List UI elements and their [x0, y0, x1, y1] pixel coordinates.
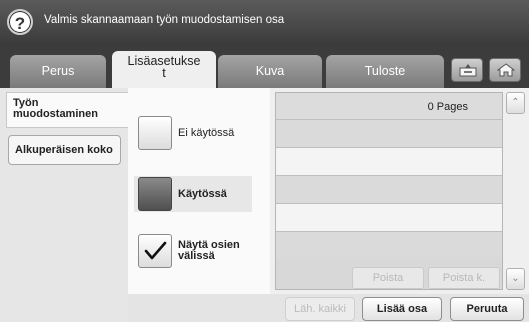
option-show-between-checkbox[interactable] — [138, 234, 172, 268]
menu-item-tyon-muodostaminen[interactable]: Työn muodostaminen — [6, 92, 128, 128]
status-header: ? Valmis skannaamaan työn muodostamisen … — [0, 0, 529, 46]
segment-list: 0 Pages — [275, 92, 503, 290]
tab-perus[interactable]: Perus — [10, 55, 106, 88]
option-panel: Ei käytössä Käytössä Näytä osien välissä — [128, 88, 270, 294]
list-item[interactable] — [276, 231, 502, 259]
list-item[interactable] — [276, 147, 502, 175]
chevron-up-icon: ⌃ — [511, 97, 520, 108]
option-show-between-label: Näytä osien välissä — [178, 239, 240, 262]
home-icon[interactable] — [489, 58, 521, 82]
clear-all-button[interactable]: Läh. kaikki — [285, 297, 355, 321]
list-item[interactable] — [276, 119, 502, 147]
menu-item-alkuperaisen-koko[interactable]: Alkuperäisen koko — [8, 135, 121, 165]
list-item[interactable] — [276, 175, 502, 203]
option-off-button[interactable] — [138, 116, 172, 150]
list-item[interactable] — [276, 203, 502, 231]
option-off-label: Ei käytössä — [178, 127, 235, 139]
status-message: Valmis skannaamaan työn muodostamisen os… — [44, 14, 285, 26]
content-area: Työn muodostaminen Alkuperäisen koko Ei … — [0, 88, 529, 322]
scroll-up-button[interactable]: ⌃ — [506, 92, 525, 114]
tab-strip: Perus Lisäasetukse t Kuva Tuloste — [0, 46, 529, 88]
option-on-button[interactable] — [138, 177, 172, 211]
tab-label-line-2: t — [162, 66, 166, 80]
add-segment-button[interactable]: Lisää osa — [362, 297, 442, 321]
option-on-label: Käytössä — [178, 188, 227, 200]
scroll-down-button[interactable]: ⌄ — [506, 268, 525, 290]
page-count: 0 Pages — [427, 101, 468, 113]
left-menu: Työn muodostaminen Alkuperäisen koko — [0, 88, 128, 322]
chevron-down-icon: ⌄ — [511, 273, 520, 284]
delete-button[interactable]: Poista — [352, 267, 424, 289]
list-header: 0 Pages — [276, 93, 502, 119]
tab-lisaasetukset[interactable]: Lisäasetukse t — [112, 51, 216, 88]
delete-all-button[interactable]: Poista k. — [428, 267, 500, 289]
tab-tuloste[interactable]: Tuloste — [326, 55, 444, 88]
job-status-icon[interactable] — [451, 58, 483, 82]
tab-kuva[interactable]: Kuva — [218, 55, 322, 88]
checkmark-icon — [144, 241, 167, 260]
help-icon[interactable]: ? — [7, 9, 33, 35]
cancel-button[interactable]: Peruuta — [450, 297, 524, 321]
